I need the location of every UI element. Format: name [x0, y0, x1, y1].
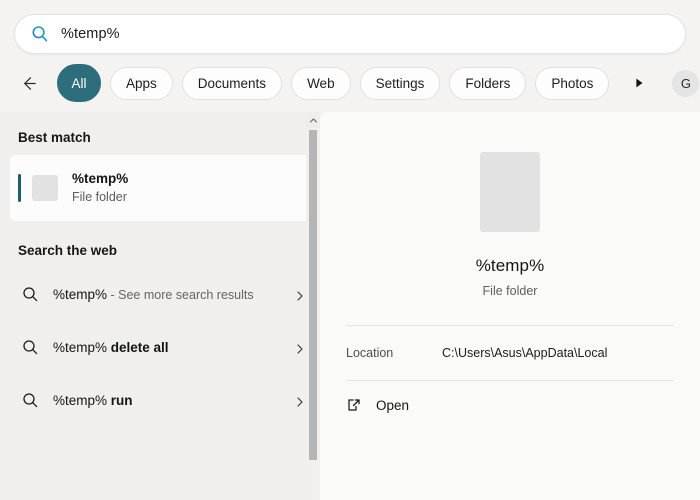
- scrollbar-track[interactable]: [306, 128, 320, 500]
- web-suggestion-suffix: run: [107, 393, 133, 408]
- web-suggestion-query: %temp%: [53, 393, 107, 408]
- search-input[interactable]: %temp%: [14, 14, 686, 54]
- tab-photos-label: Photos: [551, 76, 593, 91]
- search-icon: [31, 25, 49, 43]
- search-icon: [22, 286, 39, 303]
- selection-accent-bar: [18, 174, 21, 202]
- search-query-text: %temp%: [61, 26, 120, 42]
- web-suggestion-query: %temp%: [53, 287, 107, 302]
- avatar[interactable]: G: [672, 70, 699, 97]
- results-list-panel: Best match %temp% File folder Search the…: [0, 112, 320, 500]
- search-icon: [22, 392, 39, 409]
- best-match-text: %temp% File folder: [72, 170, 128, 206]
- tab-folders[interactable]: Folders: [449, 67, 526, 100]
- play-triangle-icon[interactable]: [624, 68, 654, 98]
- tab-documents-label: Documents: [198, 76, 266, 91]
- filter-tab-row: All Apps Documents Web Settings Folders …: [0, 54, 700, 112]
- tab-web-label: Web: [307, 76, 335, 91]
- location-label: Location: [346, 346, 442, 360]
- web-suggestion-suffix: delete all: [107, 340, 169, 355]
- web-suggestion-label: %temp% - See more search results: [53, 287, 294, 302]
- open-action-label: Open: [376, 398, 409, 413]
- location-row: Location C:\Users\Asus\AppData\Local: [340, 326, 680, 380]
- chevron-right-icon: [294, 395, 306, 407]
- web-suggestion-label: %temp% run: [53, 393, 294, 408]
- best-match-subtitle: File folder: [72, 189, 128, 206]
- chevron-right-icon: [294, 289, 306, 301]
- scroll-up-chevron-icon[interactable]: [306, 112, 320, 128]
- tab-photos[interactable]: Photos: [535, 67, 609, 100]
- back-arrow-icon[interactable]: [14, 68, 44, 98]
- chevron-right-icon: [294, 342, 306, 354]
- scrollbar-thumb[interactable]: [309, 130, 317, 460]
- best-match-title: %temp%: [72, 170, 128, 187]
- tab-settings[interactable]: Settings: [360, 67, 441, 100]
- detail-subtitle: File folder: [340, 284, 680, 298]
- open-action-button[interactable]: Open: [340, 381, 680, 429]
- tab-folders-label: Folders: [465, 76, 510, 91]
- web-suggestion-item[interactable]: %temp% delete all: [0, 321, 320, 374]
- location-value: C:\Users\Asus\AppData\Local: [442, 346, 607, 360]
- results-scrollbar[interactable]: [306, 112, 320, 500]
- web-suggestion-item[interactable]: %temp% run: [0, 374, 320, 427]
- tab-apps[interactable]: Apps: [110, 67, 173, 100]
- web-suggestion-suffix: - See more search results: [107, 288, 254, 302]
- avatar-initial: G: [681, 76, 691, 91]
- windows-search-panel: %temp% All Apps Documents Web Settings F…: [0, 0, 700, 500]
- folder-icon: [480, 152, 540, 232]
- search-bar-container: %temp%: [0, 0, 700, 54]
- web-suggestion-label: %temp% delete all: [53, 340, 294, 355]
- tab-documents[interactable]: Documents: [182, 67, 282, 100]
- detail-title: %temp%: [340, 256, 680, 276]
- search-icon: [22, 339, 39, 356]
- external-link-icon: [346, 397, 362, 413]
- tab-all[interactable]: All: [57, 64, 101, 102]
- tab-all-label: All: [71, 76, 86, 91]
- tab-web[interactable]: Web: [291, 67, 351, 100]
- folder-icon: [32, 175, 58, 201]
- best-match-result-item[interactable]: %temp% File folder: [10, 155, 310, 221]
- best-match-heading: Best match: [0, 112, 320, 155]
- detail-preview-panel: %temp% File folder Location C:\Users\Asu…: [320, 112, 700, 500]
- web-suggestion-item[interactable]: %temp% - See more search results: [0, 268, 320, 321]
- results-body: Best match %temp% File folder Search the…: [0, 112, 700, 500]
- tab-settings-label: Settings: [376, 76, 425, 91]
- web-suggestion-query: %temp%: [53, 340, 107, 355]
- search-web-heading: Search the web: [0, 221, 320, 268]
- tab-apps-label: Apps: [126, 76, 157, 91]
